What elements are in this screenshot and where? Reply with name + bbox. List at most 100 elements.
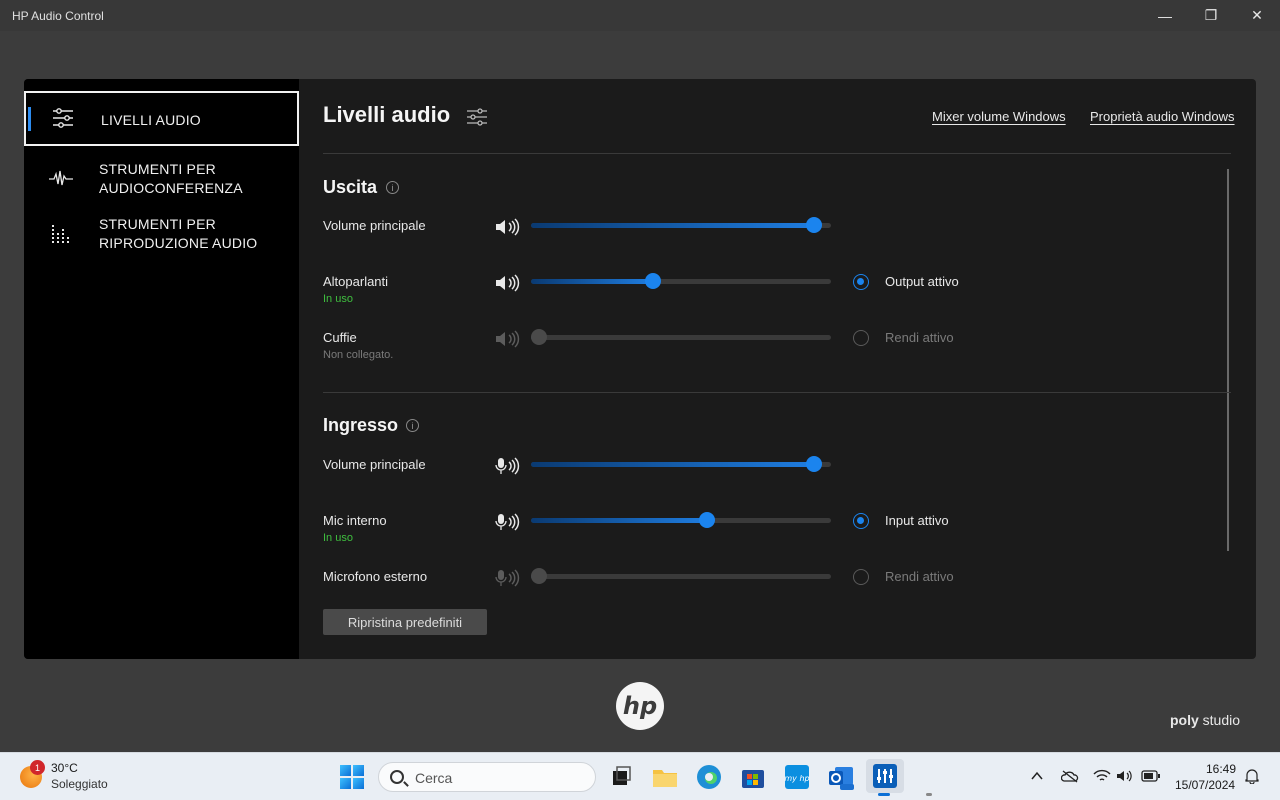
slider-fill [531, 462, 814, 467]
wifi-icon[interactable] [1093, 769, 1111, 783]
taskbar: 1 30°C Soleggiato Cerca my hp 16:49 15/0… [0, 752, 1280, 800]
myhp-app-icon[interactable]: my hp [782, 762, 812, 792]
content-area: Livelli audio Mixer volume Windows Propr… [323, 79, 1256, 659]
slider-track [531, 574, 831, 579]
output-active-label[interactable]: Rendi attivo [885, 330, 954, 345]
file-explorer-icon[interactable] [650, 762, 680, 792]
hp-audio-control-icon [873, 764, 897, 788]
input-row-status: In uso [323, 532, 353, 544]
sidebar-item-label: STRUMENTI PER AUDIOCONFERENZA [99, 161, 243, 196]
info-icon[interactable]: i [386, 181, 399, 194]
divider [323, 392, 1231, 393]
input-section-title: Ingresso [323, 415, 399, 435]
slider-fill [531, 518, 707, 523]
input-active-label[interactable]: Input attivo [885, 513, 949, 528]
slider-thumb[interactable] [699, 512, 715, 528]
microphone-icon[interactable] [495, 513, 523, 531]
poly-logo-bold: poly [1170, 712, 1199, 728]
info-icon[interactable]: i [406, 419, 419, 432]
slider-thumb[interactable] [531, 329, 547, 345]
input-volume-slider[interactable] [531, 568, 831, 584]
page-title: Livelli audio [323, 102, 451, 127]
sidebar-item-label: STRUMENTI PER RIPRODUZIONE AUDIO [99, 216, 258, 251]
poly-logo-text: studio [1202, 712, 1241, 728]
hp-audio-control-taskbar-app[interactable] [866, 759, 904, 793]
output-row-label: Volume principale [323, 218, 426, 233]
outlook-new-icon[interactable] [826, 762, 856, 792]
input-volume-slider[interactable] [531, 456, 831, 472]
taskbar-search[interactable]: Cerca [378, 762, 596, 792]
hp-logo: hp [616, 682, 664, 730]
output-active-label[interactable]: Output attivo [885, 274, 959, 289]
output-section-title: Uscita [323, 177, 378, 197]
sidebar-item-livelli-audio[interactable]: LIVELLI AUDIO [24, 91, 299, 146]
weather-badge: 1 [30, 760, 45, 775]
svg-text:my hp: my hp [784, 774, 809, 783]
microphone-icon[interactable] [495, 569, 523, 587]
restore-button[interactable]: ❐ [1188, 0, 1234, 31]
slider-fill [531, 279, 653, 284]
slider-thumb[interactable] [531, 568, 547, 584]
scrollbar[interactable] [1227, 169, 1229, 551]
search-icon [390, 770, 404, 784]
slider-thumb[interactable] [645, 273, 661, 289]
slider-thumb[interactable] [806, 217, 822, 233]
output-volume-slider[interactable] [531, 329, 831, 345]
output-active-radio[interactable] [853, 330, 869, 346]
input-row-label: Volume principale [323, 457, 426, 472]
input-active-radio[interactable] [853, 569, 869, 585]
speaker-icon[interactable] [495, 274, 523, 292]
speaker-icon[interactable] [495, 218, 523, 236]
weather-desc[interactable]: Soleggiato [51, 777, 108, 791]
input-row-label: Microfono esterno [323, 569, 428, 584]
output-row-label: Cuffie [323, 330, 357, 345]
title-bar: HP Audio Control — ❐ ✕ [0, 0, 1280, 31]
input-active-radio[interactable] [853, 513, 869, 529]
windows-start-icon[interactable] [340, 765, 364, 789]
main-panel: LIVELLI AUDIO STRUMENTI PER AUDIOCONFERE… [24, 79, 1256, 659]
close-button[interactable]: ✕ [1234, 0, 1280, 31]
waveform-icon [49, 170, 73, 186]
sliders-icon [53, 108, 73, 128]
output-row-status: Non collegato. [323, 349, 394, 361]
window-title: HP Audio Control [12, 8, 104, 23]
mixer-volume-link[interactable]: Mixer volume Windows [932, 109, 1066, 124]
sidebar-item-label: LIVELLI AUDIO [101, 112, 201, 128]
audio-properties-link[interactable]: Proprietà audio Windows [1090, 109, 1235, 124]
output-row-status: In uso [323, 293, 353, 305]
output-row-label: Altoparlanti [323, 274, 389, 289]
notification-bell-icon[interactable] [1244, 768, 1260, 784]
sidebar-item-audioconferenza[interactable]: STRUMENTI PER AUDIOCONFERENZA [24, 154, 299, 204]
output-volume-slider[interactable] [531, 217, 831, 233]
output-volume-slider[interactable] [531, 273, 831, 289]
minimize-button[interactable]: — [1142, 0, 1188, 31]
slider-fill [531, 223, 814, 228]
active-indicator [28, 107, 31, 131]
output-active-radio[interactable] [853, 274, 869, 290]
slider-thumb[interactable] [806, 456, 822, 472]
chevron-up-icon[interactable] [1030, 769, 1044, 783]
volume-icon[interactable] [1116, 769, 1134, 783]
microsoft-store-icon[interactable] [738, 762, 768, 792]
app-indicator [926, 793, 932, 796]
active-app-indicator [878, 793, 890, 796]
input-active-label[interactable]: Rendi attivo [885, 569, 954, 584]
reset-defaults-button[interactable]: Ripristina predefiniti [323, 609, 487, 635]
speaker-icon[interactable] [495, 330, 523, 348]
clock-time[interactable]: 16:49 [1206, 762, 1236, 776]
task-view-icon[interactable] [606, 762, 636, 792]
sidebar-item-riproduzione-audio[interactable]: STRUMENTI PER RIPRODUZIONE AUDIO [24, 209, 299, 259]
microphone-icon[interactable] [495, 457, 523, 475]
poly-studio-logo: poly studio [1170, 712, 1240, 728]
clock-date[interactable]: 15/07/2024 [1175, 778, 1235, 792]
weather-temp[interactable]: 30°C [51, 761, 78, 775]
search-placeholder: Cerca [415, 770, 453, 786]
onedrive-icon[interactable] [1061, 769, 1079, 783]
equalizer-icon [52, 225, 69, 243]
input-row-label: Mic interno [323, 513, 387, 528]
sliders-icon [467, 108, 487, 126]
divider [323, 153, 1231, 154]
input-volume-slider[interactable] [531, 512, 831, 528]
battery-icon[interactable] [1141, 769, 1161, 783]
edge-browser-icon[interactable] [694, 762, 724, 792]
